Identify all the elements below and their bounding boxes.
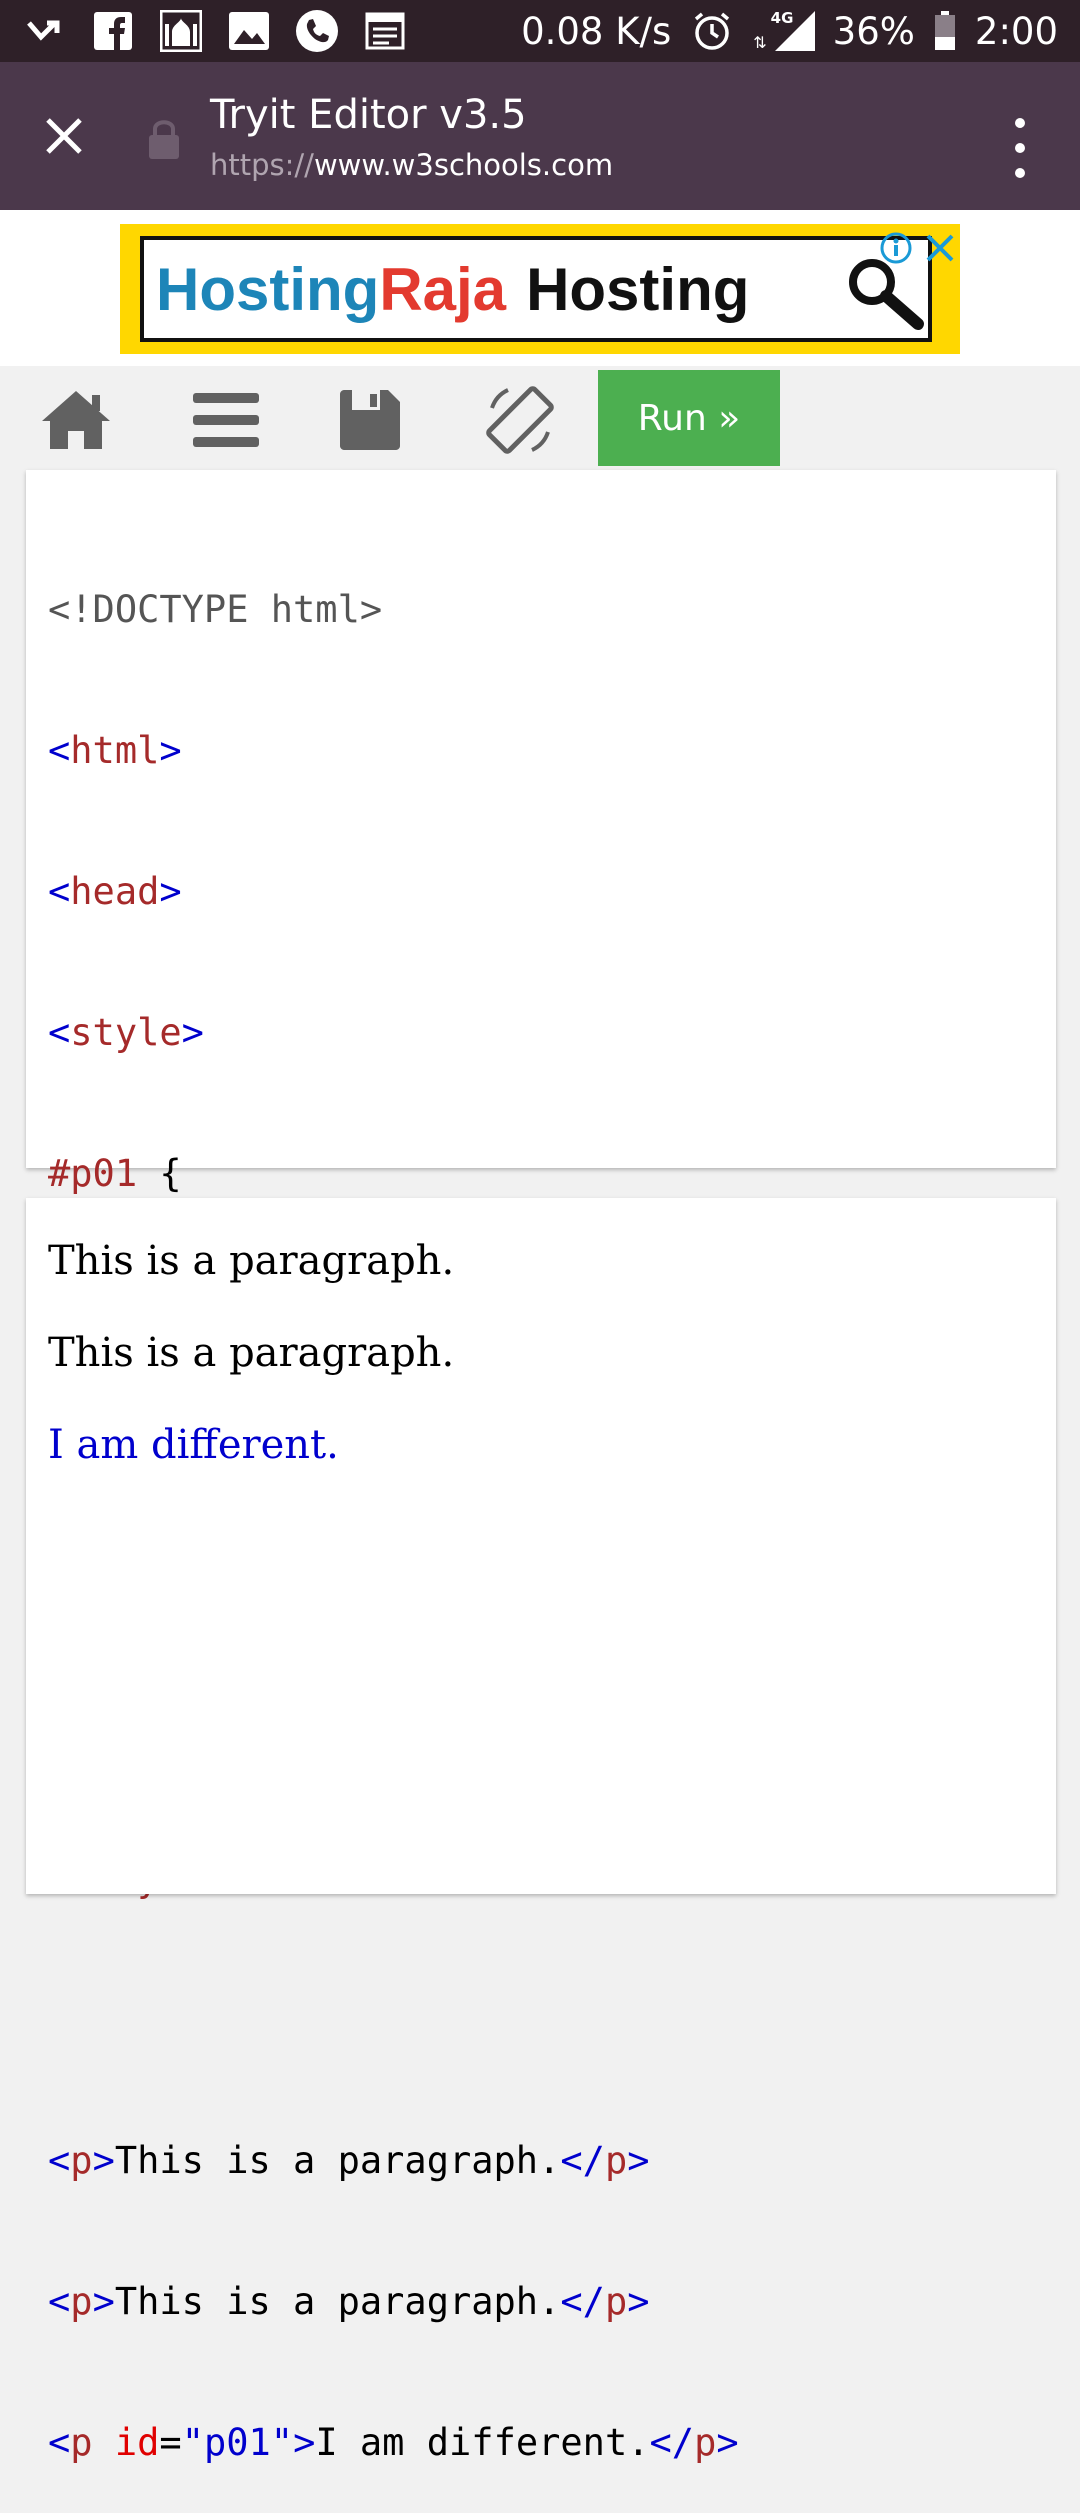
overflow-menu-button[interactable] — [1000, 110, 1040, 186]
code-tag: p — [70, 2421, 93, 2464]
code-tag: head — [70, 870, 160, 913]
net-speed: 0.08 K/s — [521, 9, 672, 53]
code-bracket: > — [92, 2280, 115, 2323]
result-paragraph: This is a paragraph. — [48, 1330, 455, 1376]
mosque-icon — [158, 10, 204, 52]
code-tag: p — [604, 2280, 628, 2323]
code-tag: html — [70, 729, 160, 772]
phone-icon — [294, 10, 340, 52]
menu-dot — [1015, 117, 1025, 128]
custom-tab-toolbar: Tryit Editor v3.5 https://www.w3schools.… — [0, 62, 1080, 210]
clock: 2:00 — [974, 9, 1058, 53]
signal-icon — [774, 11, 815, 51]
code-bracket: > — [716, 2421, 739, 2464]
code-text: = — [159, 2421, 182, 2464]
menu-button[interactable] — [182, 376, 270, 464]
code-bracket: < — [48, 870, 71, 913]
news-icon — [362, 10, 408, 52]
battery-icon — [933, 10, 957, 52]
lock-icon[interactable] — [148, 116, 188, 164]
code-line: <p>This is a paragraph.</p> — [48, 2137, 1056, 2184]
code-line: <p>This is a paragraph.</p> — [48, 2278, 1056, 2325]
save-icon — [340, 390, 400, 450]
ad-content[interactable]: Hosting Raja Hosting — [140, 236, 932, 342]
code-bracket: > — [627, 2139, 650, 2182]
code-bracket: > — [92, 2139, 115, 2182]
code-tag: p — [604, 2139, 628, 2182]
code-text: I am different. — [315, 2421, 650, 2464]
code-bracket: > — [293, 2421, 316, 2464]
menu-icon — [193, 393, 259, 447]
battery-percent: 36% — [832, 9, 915, 53]
search-icon — [849, 259, 924, 330]
save-button[interactable] — [326, 376, 414, 464]
page-title: Tryit Editor v3.5 — [210, 92, 527, 138]
rotate-icon — [486, 386, 554, 454]
code-tag: style — [70, 1011, 182, 1054]
code-bracket: < — [48, 729, 71, 772]
ad-text-hosting-2: Hosting — [526, 255, 750, 323]
missed-call-icon — [22, 10, 68, 52]
code-doctype: <!DOCTYPE html> — [48, 588, 383, 631]
close-icon — [46, 118, 82, 154]
code-line: <!DOCTYPE html> — [48, 586, 1056, 633]
menu-dot — [1015, 142, 1025, 153]
code-tag: p — [70, 2139, 93, 2182]
editor-toolbar: Run » — [0, 366, 1080, 470]
ad-info-icon[interactable] — [880, 232, 912, 264]
code-bracket: < — [48, 1011, 71, 1054]
code-value: "p01" — [181, 2421, 294, 2464]
ad-area: Hosting Raja Hosting — [0, 210, 1080, 366]
ad-text-raja: Raja — [379, 255, 507, 323]
gallery-icon — [226, 10, 272, 52]
code-attribute: id — [114, 2421, 160, 2464]
code-bracket: > — [627, 2280, 650, 2323]
code-bracket: < — [48, 2280, 71, 2323]
code-line: <html> — [48, 727, 1056, 774]
code-line: <head> — [48, 868, 1056, 915]
facebook-icon — [90, 10, 136, 52]
url-scheme: https:// — [210, 148, 314, 182]
code-line: #p01 { — [48, 1150, 1056, 1197]
code-bracket: </ — [560, 2280, 605, 2323]
code-bracket: </ — [560, 2139, 605, 2182]
run-button[interactable]: Run » — [598, 370, 780, 466]
code-bracket: < — [48, 2421, 71, 2464]
code-tag: p — [694, 2421, 717, 2464]
menu-dot — [1015, 168, 1025, 179]
data-arrows-icon: ⇅ — [753, 33, 767, 52]
ad-banner[interactable]: Hosting Raja Hosting — [120, 224, 960, 354]
result-paragraph: This is a paragraph. — [48, 1238, 455, 1284]
page-url[interactable]: https://www.w3schools.com — [210, 148, 613, 182]
code-tag: p — [70, 2280, 93, 2323]
code-line: <p id="p01">I am different.</p> — [48, 2419, 1056, 2466]
result-preview: This is a paragraph. This is a paragraph… — [26, 1198, 1056, 1894]
code-text: { — [137, 1152, 182, 1195]
alarm-icon — [689, 10, 735, 52]
status-bar: 0.08 K/s ⇅ 4G 36% 2:00 — [0, 0, 1080, 62]
url-host: www.w3schools.com — [313, 148, 614, 182]
code-bracket: </ — [649, 2421, 695, 2464]
ad-text-hosting: Hosting — [156, 255, 380, 323]
code-bracket: > — [159, 729, 182, 772]
code-selector: #p01 — [48, 1152, 138, 1195]
code-line: <style> — [48, 1009, 1056, 1056]
code-text: This is a paragraph. — [114, 2139, 561, 2182]
code-bracket: > — [159, 870, 182, 913]
signal-indicator: ⇅ 4G — [753, 9, 815, 52]
notification-icons — [22, 10, 408, 52]
code-editor[interactable]: <!DOCTYPE html> <html> <head> <style> #p… — [26, 470, 1056, 2464]
system-status: 0.08 K/s ⇅ 4G 36% 2:00 — [521, 9, 1058, 53]
home-icon — [42, 391, 110, 449]
code-bracket: > — [181, 1011, 204, 1054]
rotate-button[interactable] — [476, 376, 564, 464]
code-text: This is a paragraph. — [114, 2280, 561, 2323]
home-button[interactable] — [32, 376, 120, 464]
ad-close-icon[interactable] — [922, 230, 958, 266]
result-paragraph-p01: I am different. — [48, 1422, 339, 1468]
close-tab-button[interactable] — [30, 102, 98, 170]
code-bracket: < — [48, 2139, 71, 2182]
